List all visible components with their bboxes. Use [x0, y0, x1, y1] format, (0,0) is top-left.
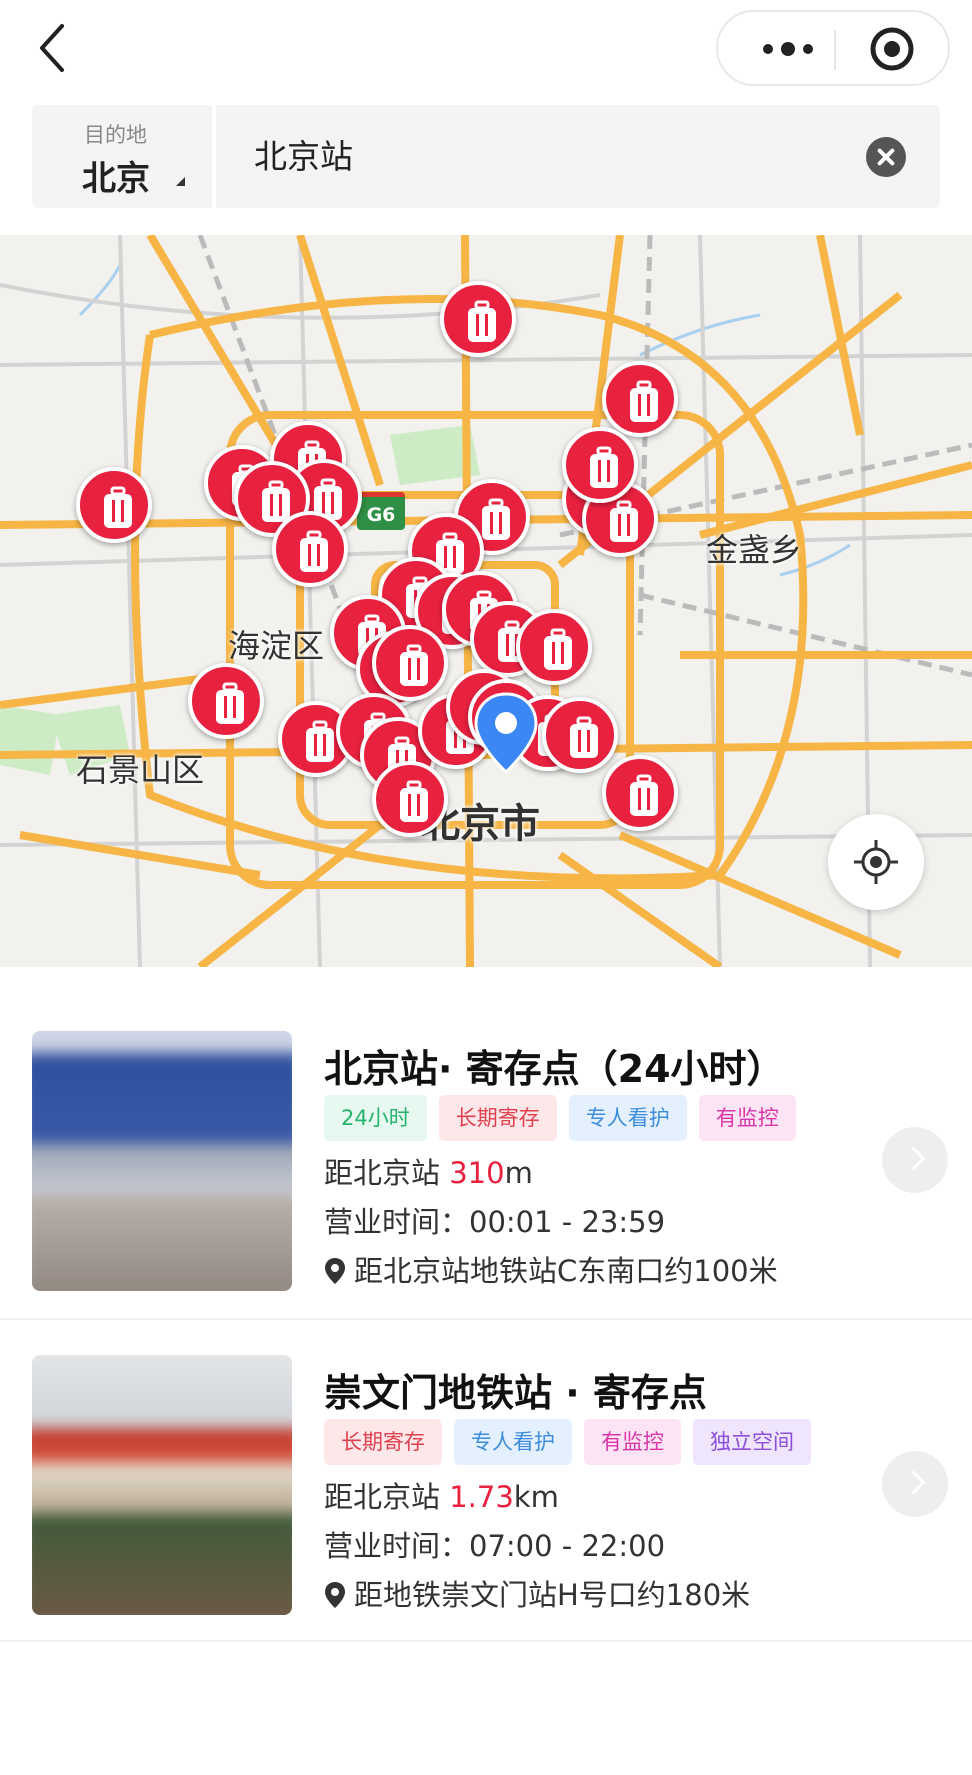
luggage-marker[interactable]: [440, 281, 516, 357]
business-hours: 营业时间：00:01 - 23:59: [324, 1205, 666, 1239]
address: 距北京站地铁站C东南口约100米: [324, 1248, 778, 1290]
city-caption: 目的地: [84, 123, 147, 147]
address: 距地铁崇文门站H号口约180米: [324, 1572, 750, 1614]
list-item[interactable]: 崇文门地铁站 · 寄存点 长期寄存 专人看护 有监控 独立空间 距北京站 1.7…: [0, 1322, 972, 1642]
address-text: 距北京站地铁站C东南口约100米: [354, 1254, 778, 1288]
luggage-icon: [610, 500, 638, 542]
distance-value: 1.73: [449, 1480, 514, 1514]
tag: 24小时: [324, 1095, 427, 1141]
more-dots-icon: [763, 42, 813, 56]
distance-unit: km: [513, 1480, 559, 1514]
luggage-icon: [590, 446, 618, 488]
tag: 独立空间: [693, 1419, 811, 1465]
luggage-marker[interactable]: [76, 467, 152, 543]
luggage-icon: [400, 644, 428, 686]
luggage-marker[interactable]: [516, 609, 592, 685]
map-label-shijingshan: 石景山区: [76, 751, 205, 789]
tag-list: 24小时 长期寄存 专人看护 有监控: [324, 1095, 796, 1141]
luggage-icon: [216, 682, 244, 724]
luggage-marker[interactable]: [188, 663, 264, 739]
tag: 专人看护: [568, 1095, 687, 1141]
top-nav-bar: [0, 0, 972, 96]
distance-unit: m: [504, 1156, 533, 1190]
luggage-icon: [400, 780, 428, 822]
luggage-marker[interactable]: [602, 361, 678, 437]
tag: 长期寄存: [438, 1095, 557, 1141]
photo-blur-2: [32, 1355, 292, 1615]
close-miniapp-button[interactable]: [848, 24, 936, 74]
store-title: 崇文门地铁站 · 寄存点: [324, 1371, 707, 1415]
luggage-icon: [468, 300, 496, 342]
search-bar: 目的地 北京: [32, 105, 940, 208]
address-text: 距地铁崇文门站H号口约180米: [354, 1578, 751, 1612]
map-label-jinzhanxiang: 金盏乡: [706, 531, 803, 569]
distance-prefix: 距北京站: [324, 1156, 450, 1190]
clear-icon[interactable]: [866, 137, 906, 177]
tag: 有监控: [698, 1095, 796, 1141]
map-pin-icon: [325, 1258, 345, 1284]
more-button[interactable]: [744, 26, 832, 72]
map-label-haidian: 海淀区: [228, 627, 325, 665]
crosshair-icon: [854, 840, 898, 884]
luggage-marker[interactable]: [372, 625, 448, 701]
city-name: 北京: [82, 159, 150, 199]
store-photo: [32, 1355, 292, 1615]
map-pin-icon: [325, 1582, 345, 1608]
tag: 专人看护: [454, 1419, 572, 1465]
photo-blur-1: [32, 1031, 292, 1291]
map-view[interactable]: 金盏乡 海淀区 石景山区 北京市 G6: [0, 235, 972, 967]
luggage-icon: [104, 486, 132, 528]
store-title: 北京站· 寄存点（24小时）: [324, 1047, 785, 1091]
luggage-icon: [570, 716, 598, 758]
miniapp-capsule: [716, 10, 950, 86]
luggage-icon: [306, 720, 334, 762]
luggage-icon: [630, 380, 658, 422]
distance-prefix: 距北京站: [324, 1480, 450, 1514]
search-divider: [212, 105, 216, 208]
luggage-marker[interactable]: [272, 511, 348, 587]
luggage-marker[interactable]: [542, 697, 618, 773]
capsule-divider: [834, 30, 836, 70]
chevron-right-icon[interactable]: [882, 1451, 948, 1517]
distance-value: 310: [449, 1156, 505, 1190]
business-hours: 营业时间：07:00 - 22:00: [324, 1529, 666, 1563]
chevron-left-icon: [40, 24, 64, 72]
search-input[interactable]: [254, 135, 814, 173]
luggage-icon: [544, 628, 572, 670]
luggage-icon: [630, 774, 658, 816]
city-selector[interactable]: 目的地 北京: [32, 105, 212, 208]
distance: 距北京站 1.73km: [324, 1474, 559, 1516]
luggage-icon: [300, 530, 328, 572]
back-button[interactable]: [30, 20, 82, 76]
dropdown-caret-icon: [176, 177, 185, 186]
tag: 有监控: [584, 1419, 681, 1465]
store-photo: [32, 1031, 292, 1291]
luggage-marker[interactable]: [602, 755, 678, 831]
chevron-right-icon[interactable]: [882, 1127, 948, 1193]
luggage-marker[interactable]: [372, 761, 448, 837]
luggage-marker[interactable]: [562, 427, 638, 503]
list-item[interactable]: 北京站· 寄存点（24小时） 24小时 长期寄存 专人看护 有监控 距北京站 3…: [0, 1000, 972, 1320]
locate-me-button[interactable]: [828, 814, 924, 910]
tag: 长期寄存: [324, 1419, 442, 1465]
location-pin-icon[interactable]: [472, 690, 540, 776]
target-circle-icon: [870, 27, 914, 71]
tag-list: 长期寄存 专人看护 有监控 独立空间: [324, 1419, 811, 1465]
highway-shield: G6: [357, 492, 405, 530]
luggage-icon: [482, 498, 510, 540]
distance: 距北京站 310m: [324, 1150, 533, 1192]
